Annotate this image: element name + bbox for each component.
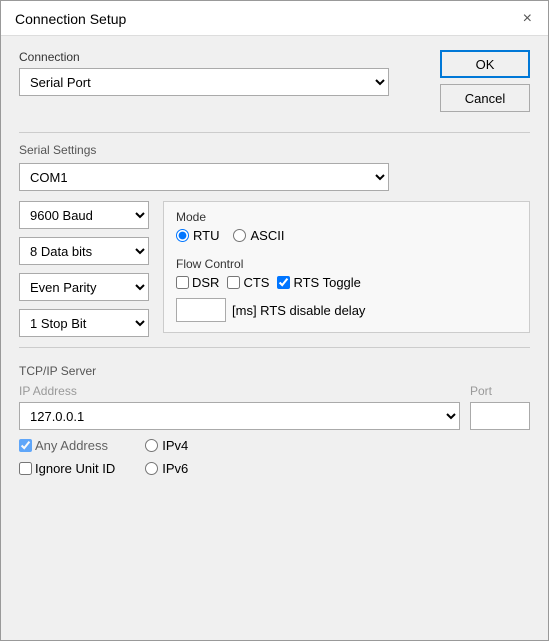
any-address-label: Any Address: [35, 438, 108, 453]
tcp-checkboxes: Any Address Ignore Unit ID: [19, 438, 115, 476]
connection-setup-dialog: Connection Setup × Connection Serial Por…: [0, 0, 549, 641]
rts-toggle-option[interactable]: RTS Toggle: [277, 275, 360, 290]
ip-address-field: IP Address 127.0.0.1: [19, 384, 460, 430]
port-label: Port: [470, 384, 530, 398]
ignore-unit-id-label: Ignore Unit ID: [35, 461, 115, 476]
ascii-radio[interactable]: [233, 229, 246, 242]
title-bar: Connection Setup ×: [1, 1, 548, 36]
any-address-option[interactable]: Any Address: [19, 438, 115, 453]
ip-address-label: IP Address: [19, 384, 460, 398]
connection-section: Connection Serial Port TCP/IP UDP OK Can…: [19, 50, 530, 112]
rtu-option[interactable]: RTU: [176, 228, 219, 243]
tcp-ip-label: TCP/IP Server: [19, 364, 530, 378]
connection-label: Connection: [19, 50, 389, 64]
flow-control-section: Flow Control DSR CTS RTS Toggle: [176, 257, 517, 322]
divider-2: [19, 347, 530, 348]
cts-option[interactable]: CTS: [227, 275, 269, 290]
dialog-body: Connection Serial Port TCP/IP UDP OK Can…: [1, 36, 548, 640]
dsr-option[interactable]: DSR: [176, 275, 219, 290]
serial-row: 9600 Baud 19200 Baud 38400 Baud 57600 Ba…: [19, 201, 530, 337]
rtu-label: RTU: [193, 228, 219, 243]
rts-delay-row: 1 [ms] RTS disable delay: [176, 298, 517, 322]
rts-toggle-checkbox[interactable]: [277, 276, 290, 289]
cts-label: CTS: [243, 275, 269, 290]
action-buttons: OK Cancel: [440, 50, 530, 112]
dsr-label: DSR: [192, 275, 219, 290]
tcp-ip-row: IP Address 127.0.0.1 Port 502: [19, 384, 530, 430]
tcp-options-row: Any Address Ignore Unit ID IPv4 IPv6: [19, 438, 530, 476]
cts-checkbox[interactable]: [227, 276, 240, 289]
mode-section: Mode RTU ASCII: [176, 210, 517, 251]
flow-control-checkboxes: DSR CTS RTS Toggle: [176, 275, 517, 290]
flow-control-label: Flow Control: [176, 257, 517, 271]
close-button[interactable]: ×: [521, 11, 534, 27]
ignore-unit-id-checkbox[interactable]: [19, 462, 32, 475]
data-bits-select[interactable]: 8 Data bits 7 Data bits: [19, 237, 149, 265]
port-field: Port 502: [470, 384, 530, 430]
ipv4-radio[interactable]: [145, 439, 158, 452]
ascii-option[interactable]: ASCII: [233, 228, 284, 243]
ipv6-label: IPv6: [162, 461, 188, 476]
mode-label: Mode: [176, 210, 517, 224]
dialog-title: Connection Setup: [15, 11, 126, 27]
stop-bit-select[interactable]: 1 Stop Bit 2 Stop Bits: [19, 309, 149, 337]
ignore-unit-id-option[interactable]: Ignore Unit ID: [19, 461, 115, 476]
rts-delay-label: [ms] RTS disable delay: [232, 303, 365, 318]
ipv6-option[interactable]: IPv6: [145, 461, 188, 476]
com-port-select[interactable]: COM1 COM2 COM3 COM4: [19, 163, 389, 191]
connection-select[interactable]: Serial Port TCP/IP UDP: [19, 68, 389, 96]
parity-select[interactable]: Even Parity Odd Parity No Parity: [19, 273, 149, 301]
ascii-label: ASCII: [250, 228, 284, 243]
tcp-ip-section: TCP/IP Server IP Address 127.0.0.1 Port …: [19, 364, 530, 476]
ipv4-option[interactable]: IPv4: [145, 438, 188, 453]
rtu-radio[interactable]: [176, 229, 189, 242]
rts-delay-input[interactable]: 1: [176, 298, 226, 322]
any-address-checkbox[interactable]: [19, 439, 32, 452]
port-input[interactable]: 502: [470, 402, 530, 430]
ok-button[interactable]: OK: [440, 50, 530, 78]
ipv6-radio[interactable]: [145, 462, 158, 475]
cancel-button[interactable]: Cancel: [440, 84, 530, 112]
rts-toggle-label: RTS Toggle: [293, 275, 360, 290]
connection-left: Connection Serial Port TCP/IP UDP: [19, 50, 389, 96]
serial-settings-label: Serial Settings: [19, 143, 530, 157]
baud-rate-select[interactable]: 9600 Baud 19200 Baud 38400 Baud 57600 Ba…: [19, 201, 149, 229]
serial-left-panel: 9600 Baud 19200 Baud 38400 Baud 57600 Ba…: [19, 201, 149, 337]
dsr-checkbox[interactable]: [176, 276, 189, 289]
serial-right-panel: Mode RTU ASCII Flow Control: [163, 201, 530, 333]
tcp-ip-version-radios: IPv4 IPv6: [145, 438, 188, 476]
mode-radio-row: RTU ASCII: [176, 228, 517, 243]
divider-1: [19, 132, 530, 133]
ip-address-select[interactable]: 127.0.0.1: [19, 402, 460, 430]
ipv4-label: IPv4: [162, 438, 188, 453]
